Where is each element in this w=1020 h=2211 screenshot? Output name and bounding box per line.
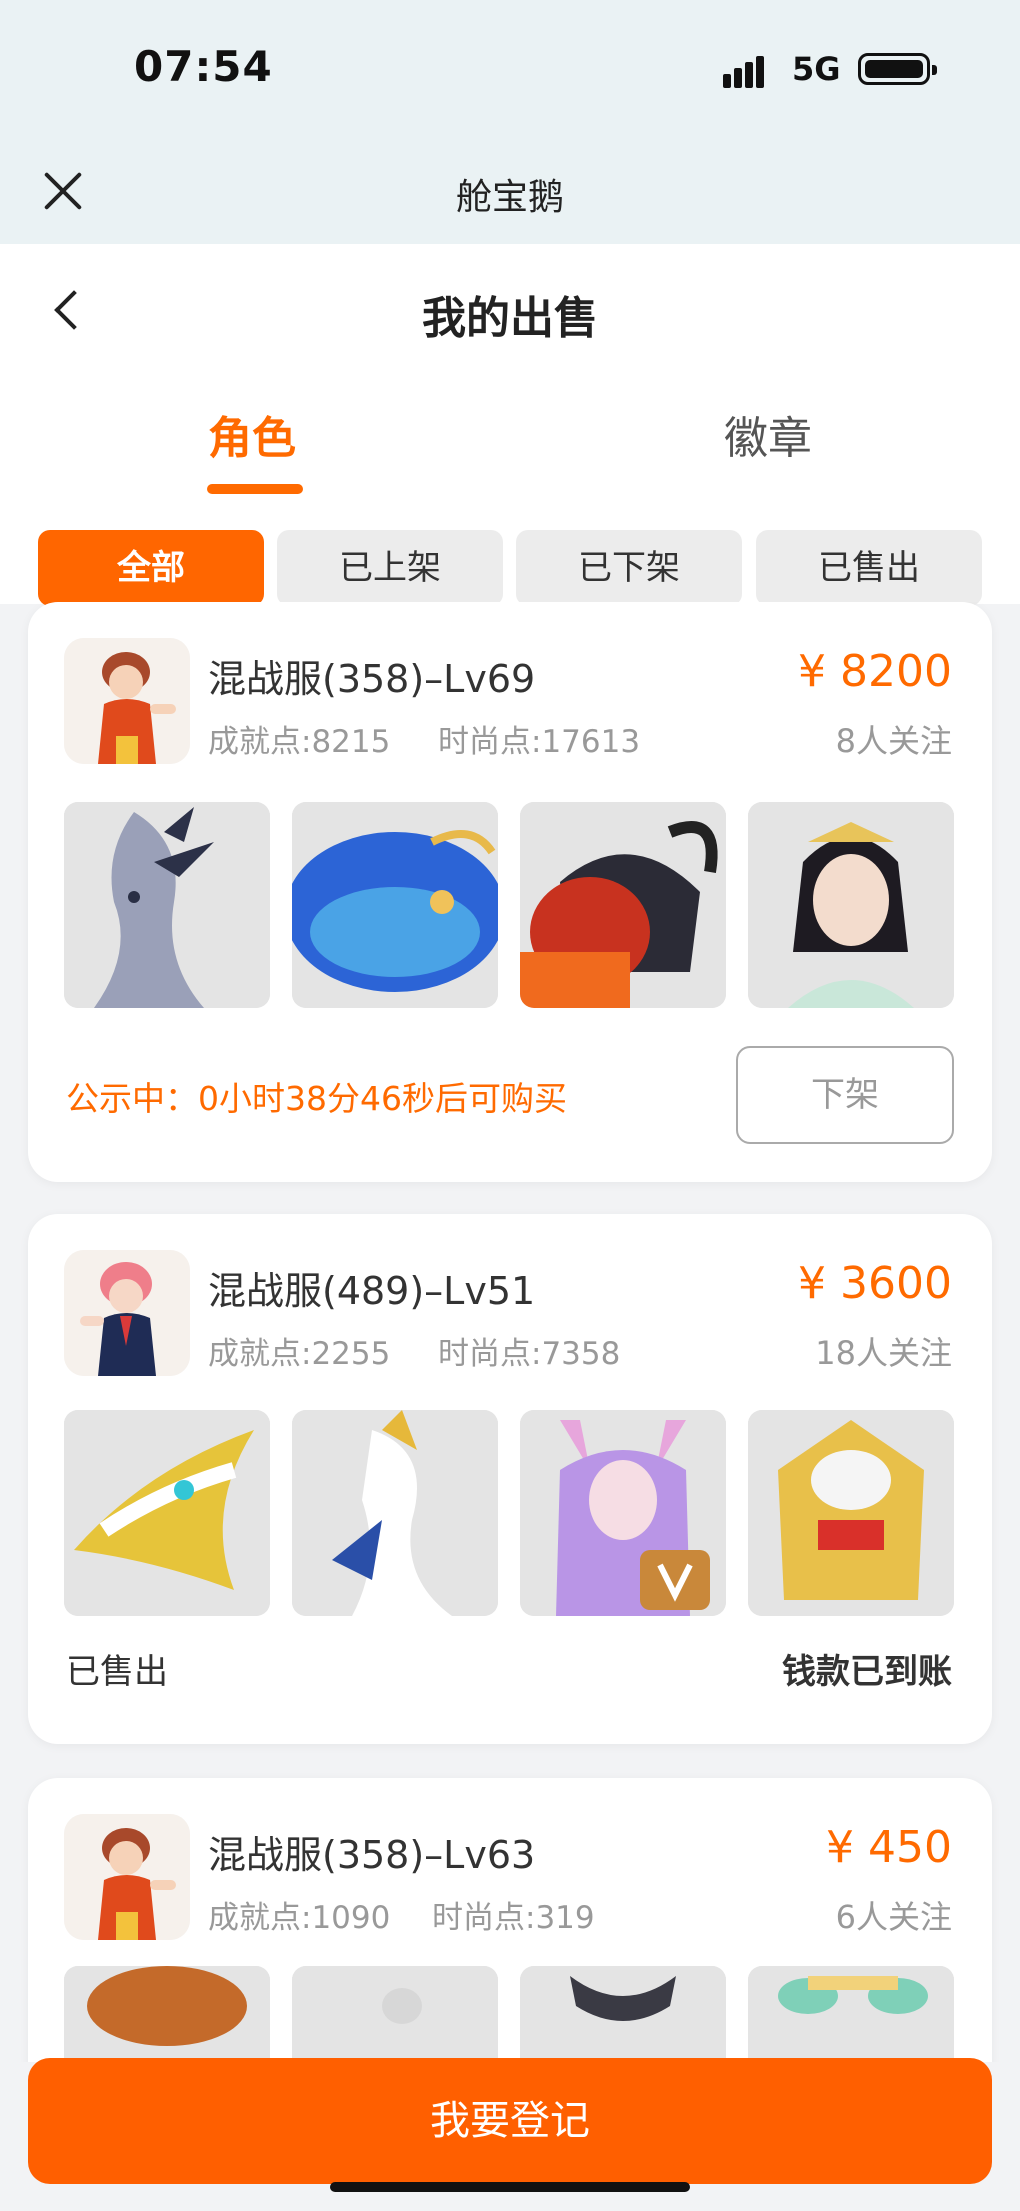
listing-price: ¥ 3600: [798, 1258, 952, 1309]
fashion-points: 时尚点:17613: [438, 724, 641, 760]
network-label: 5G: [792, 50, 841, 88]
filter-listed[interactable]: 已上架: [277, 530, 503, 606]
follower-count: 18人关注: [815, 1334, 952, 1372]
item-thumbnail[interactable]: [292, 1966, 498, 2062]
status-time: 07:54: [134, 42, 273, 91]
follower-count: 6人关注: [835, 1898, 952, 1936]
tab-role[interactable]: 角色: [208, 402, 296, 466]
sale-status: 已售出: [66, 1652, 168, 1692]
tab-badge[interactable]: 徽章: [724, 402, 812, 466]
delist-button[interactable]: 下架: [736, 1046, 954, 1144]
fashion-points: 时尚点:7358: [438, 1336, 621, 1372]
app-bar: 舱宝鹅: [0, 140, 1020, 244]
server-level: 混战服(358)–Lv63: [208, 1833, 536, 1877]
achievement-points: 成就点:1090: [208, 1900, 391, 1936]
register-button[interactable]: 我要登记: [28, 2058, 992, 2184]
home-indicator: [330, 2182, 690, 2192]
fashion-points: 时尚点:319: [432, 1900, 595, 1936]
follower-count: 8人关注: [835, 722, 952, 760]
page-title: 我的出售: [422, 293, 598, 344]
publicity-countdown: 公示中：0小时38分46秒后可购买: [66, 1079, 567, 1118]
server-level: 混战服(489)–Lv51: [208, 1269, 536, 1313]
character-avatar: [64, 638, 190, 764]
active-tab-indicator: [207, 484, 303, 494]
item-thumbnail[interactable]: [292, 1410, 498, 1616]
filter-delisted[interactable]: 已下架: [516, 530, 742, 606]
page-content: 我的出售 角色 徽章 全部 已上架 已下架 已售出 混战服(358)–Lv69: [0, 244, 1020, 2211]
app-title: 舱宝鹅: [455, 177, 564, 218]
character-avatar: [64, 1814, 190, 1940]
listing-price: ¥ 8200: [798, 646, 952, 697]
listing-card[interactable]: 混战服(358)–Lv63 成就点:1090 时尚点:319 ¥ 450 6人关…: [28, 1778, 992, 2062]
server-level: 混战服(358)–Lv69: [208, 657, 536, 701]
character-avatar: [64, 1250, 190, 1376]
item-thumbnail[interactable]: [64, 802, 270, 1008]
status-filter-bar: 全部 已上架 已下架 已售出: [38, 530, 982, 606]
item-thumbnail[interactable]: [520, 1966, 726, 2062]
item-thumbnail[interactable]: [520, 1410, 726, 1616]
item-thumbnail[interactable]: [748, 1410, 954, 1616]
achievement-points: 成就点:2255: [208, 1336, 391, 1372]
payout-status: 钱款已到账: [782, 1652, 952, 1692]
item-thumbnail[interactable]: [520, 802, 726, 1008]
listing-card[interactable]: 混战服(358)–Lv69 成就点:8215 时尚点:17613 ¥ 8200 …: [28, 602, 992, 1182]
item-thumbnails: [64, 802, 956, 1008]
item-thumbnail[interactable]: [748, 1966, 954, 2062]
item-thumbnail[interactable]: [292, 802, 498, 1008]
battery-icon: [858, 53, 937, 85]
listing-card[interactable]: 混战服(489)–Lv51 成就点:2255 时尚点:7358 ¥ 3600 1…: [28, 1214, 992, 1744]
item-thumbnail[interactable]: [64, 1410, 270, 1616]
filter-sold[interactable]: 已售出: [756, 530, 982, 606]
item-thumbnail[interactable]: [64, 1966, 270, 2062]
filter-all[interactable]: 全部: [38, 530, 264, 606]
achievement-points: 成就点:8215: [208, 724, 391, 760]
item-thumbnail[interactable]: [748, 802, 954, 1008]
status-bar: 07:54 5G: [0, 0, 1020, 140]
item-thumbnails: [64, 1966, 956, 2062]
listing-list: 混战服(358)–Lv69 成就点:8215 时尚点:17613 ¥ 8200 …: [0, 602, 1020, 2062]
item-thumbnails: [64, 1410, 956, 1616]
listing-price: ¥ 450: [826, 1822, 952, 1873]
signal-icon: [723, 54, 775, 88]
